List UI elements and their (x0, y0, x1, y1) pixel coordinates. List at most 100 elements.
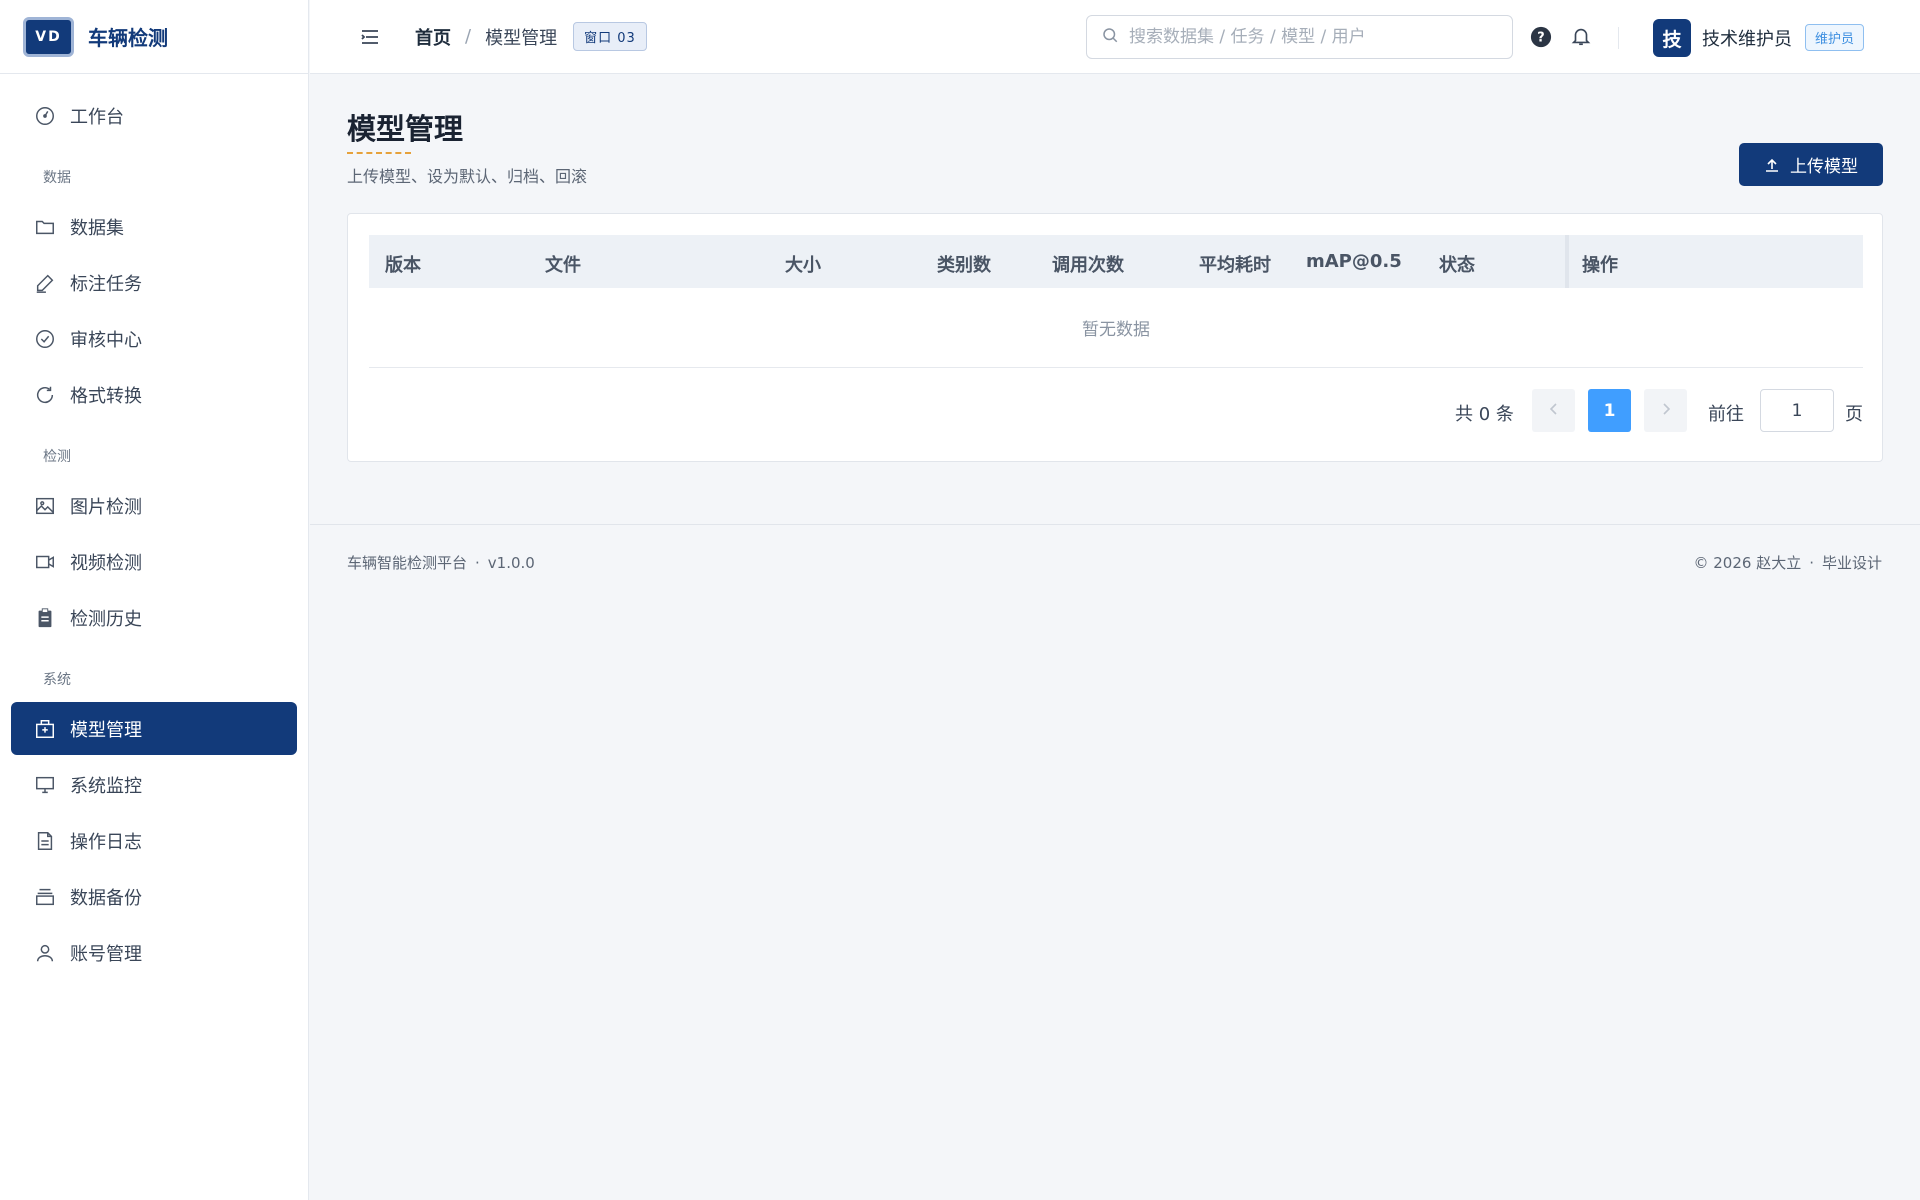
sidebar-item-label: 视频检测 (70, 552, 142, 574)
sidebar-item-label: 检测历史 (70, 608, 142, 630)
sidebar-item-label: 账号管理 (70, 943, 142, 965)
bell-icon[interactable] (1570, 24, 1592, 48)
table-empty-state: 暂无数据 (369, 288, 1863, 368)
sidebar-item-detect-history[interactable]: 检测历史 (11, 591, 297, 644)
goto-page-input[interactable] (1760, 389, 1834, 432)
footer-platform: 车辆智能检测平台 (347, 554, 468, 572)
page-suffix: 页 (1845, 404, 1863, 425)
sidebar: VD 车辆检测 工作台 数据 数据集 标注任务 审核中心 格式转换 检测 图片检… (0, 0, 309, 1200)
role-badge: 维护员 (1805, 24, 1865, 51)
header-divider (1618, 27, 1619, 49)
footer-copyright: © 2026 赵大立 (1693, 554, 1802, 572)
sidebar-item-operation-log[interactable]: 操作日志 (11, 814, 297, 867)
sidebar-item-label: 工作台 (70, 106, 124, 128)
svg-text:?: ? (1537, 31, 1544, 46)
search-input[interactable] (1129, 27, 1499, 47)
sidebar-item-label: 格式转换 (70, 385, 142, 407)
check-circle-icon (33, 327, 57, 351)
upload-model-button[interactable]: 上传模型 (1739, 143, 1883, 186)
upload-icon (1764, 157, 1780, 173)
next-page-button[interactable] (1644, 389, 1687, 432)
footer-right: © 2026 赵大立 · 毕业设计 (1693, 552, 1882, 573)
sidebar-item-label: 数据集 (70, 217, 124, 239)
breadcrumb: 首页 / 模型管理 窗口 03 (415, 22, 647, 51)
pagination-total: 共 0 条 (1455, 404, 1514, 425)
sidebar-item-label: 模型管理 (70, 719, 142, 741)
sidebar-item-label: 标注任务 (70, 273, 142, 295)
avatar[interactable]: 技 (1653, 19, 1691, 57)
nav-group-title: 检测 (43, 449, 71, 465)
brand-logo: VD (23, 16, 74, 57)
brand[interactable]: VD 车辆检测 (0, 0, 308, 74)
footer-dot: · (1809, 554, 1814, 572)
column-header-version[interactable]: 版本 (385, 251, 421, 277)
clipboard-icon (33, 606, 57, 630)
title-underline (347, 152, 411, 154)
user-icon (33, 941, 57, 965)
search-box[interactable] (1086, 15, 1513, 59)
footer-dot: · (475, 554, 480, 572)
brand-name: 车辆检测 (88, 26, 168, 50)
sidebar-item-annotation[interactable]: 标注任务 (11, 256, 297, 309)
upload-model-label: 上传模型 (1790, 157, 1858, 177)
column-header-status[interactable]: 状态 (1439, 251, 1475, 277)
column-header-map[interactable]: mAP@0.5 (1306, 251, 1402, 272)
nav-group-title: 数据 (43, 170, 71, 186)
top-header: 首页 / 模型管理 窗口 03 ? 技 技术维护员 维护员 (310, 0, 1920, 74)
column-header-actions: 操作 (1582, 255, 1618, 276)
page-number-button[interactable]: 1 (1588, 389, 1631, 432)
chevron-left-icon (1549, 401, 1559, 420)
folder-icon (33, 215, 57, 239)
sidebar-item-image-detect[interactable]: 图片检测 (11, 479, 297, 532)
sidebar-item-label: 操作日志 (70, 831, 142, 853)
sidebar-item-label: 图片检测 (70, 496, 142, 518)
sidebar-item-system-monitor[interactable]: 系统监控 (11, 758, 297, 811)
page-title: 模型管理 (347, 112, 464, 146)
refresh-icon (33, 383, 57, 407)
prev-page-button[interactable] (1532, 389, 1575, 432)
video-camera-icon (33, 550, 57, 574)
footer-divider (310, 524, 1920, 525)
table-header: 版本 文件 大小 类别数 调用次数 平均耗时 mAP@0.5 状态 操作 (369, 235, 1863, 288)
sidebar-item-datasets[interactable]: 数据集 (11, 200, 297, 253)
menu-toggle-icon[interactable] (359, 26, 381, 48)
breadcrumb-current: 模型管理 (485, 27, 558, 49)
user-name[interactable]: 技术维护员 (1702, 25, 1792, 51)
nav-group-title: 系统 (43, 672, 71, 688)
sidebar-item-label: 审核中心 (70, 329, 142, 351)
column-header-call-count[interactable]: 调用次数 (1052, 251, 1124, 277)
document-icon (33, 829, 57, 853)
model-table-card: 版本 文件 大小 类别数 调用次数 平均耗时 mAP@0.5 状态 操作 暂无数… (347, 213, 1883, 462)
dashboard-icon (33, 104, 57, 128)
pagination: 共 0 条 1 前往 页 (348, 389, 1884, 432)
breadcrumb-home[interactable]: 首页 (415, 24, 451, 50)
monitor-icon (33, 773, 57, 797)
breadcrumb-separator: / (465, 26, 472, 47)
sidebar-item-format-convert[interactable]: 格式转换 (11, 368, 297, 421)
box-icon (33, 717, 57, 741)
sidebar-nav: 工作台 数据 数据集 标注任务 审核中心 格式转换 检测 图片检测 视频检测 检… (0, 74, 308, 979)
sidebar-item-accounts[interactable]: 账号管理 (11, 926, 297, 979)
fixed-column-divider (1565, 235, 1569, 288)
column-header-file[interactable]: 文件 (545, 251, 581, 277)
goto-label: 前往 (1708, 404, 1744, 425)
image-icon (33, 494, 57, 518)
chevron-right-icon (1661, 401, 1671, 420)
column-header-avg-latency[interactable]: 平均耗时 (1199, 251, 1271, 277)
column-header-class-count[interactable]: 类别数 (937, 251, 991, 277)
sidebar-item-model-management[interactable]: 模型管理 (11, 702, 297, 755)
sidebar-item-data-backup[interactable]: 数据备份 (11, 870, 297, 923)
pen-icon (33, 271, 57, 295)
sidebar-item-label: 数据备份 (70, 887, 142, 909)
window-tag: 窗口 03 (573, 22, 647, 51)
sidebar-item-dashboard[interactable]: 工作台 (11, 89, 297, 142)
search-icon (1101, 26, 1119, 48)
sidebar-item-label: 系统监控 (70, 775, 142, 797)
footer-version: v1.0.0 (487, 554, 535, 572)
help-icon[interactable]: ? (1530, 26, 1552, 48)
page-subtitle: 上传模型、设为默认、归档、回滚 (347, 167, 588, 186)
column-header-size[interactable]: 大小 (785, 251, 821, 277)
footer-left: 车辆智能检测平台 · v1.0.0 (347, 552, 535, 573)
sidebar-item-review[interactable]: 审核中心 (11, 312, 297, 365)
sidebar-item-video-detect[interactable]: 视频检测 (11, 535, 297, 588)
